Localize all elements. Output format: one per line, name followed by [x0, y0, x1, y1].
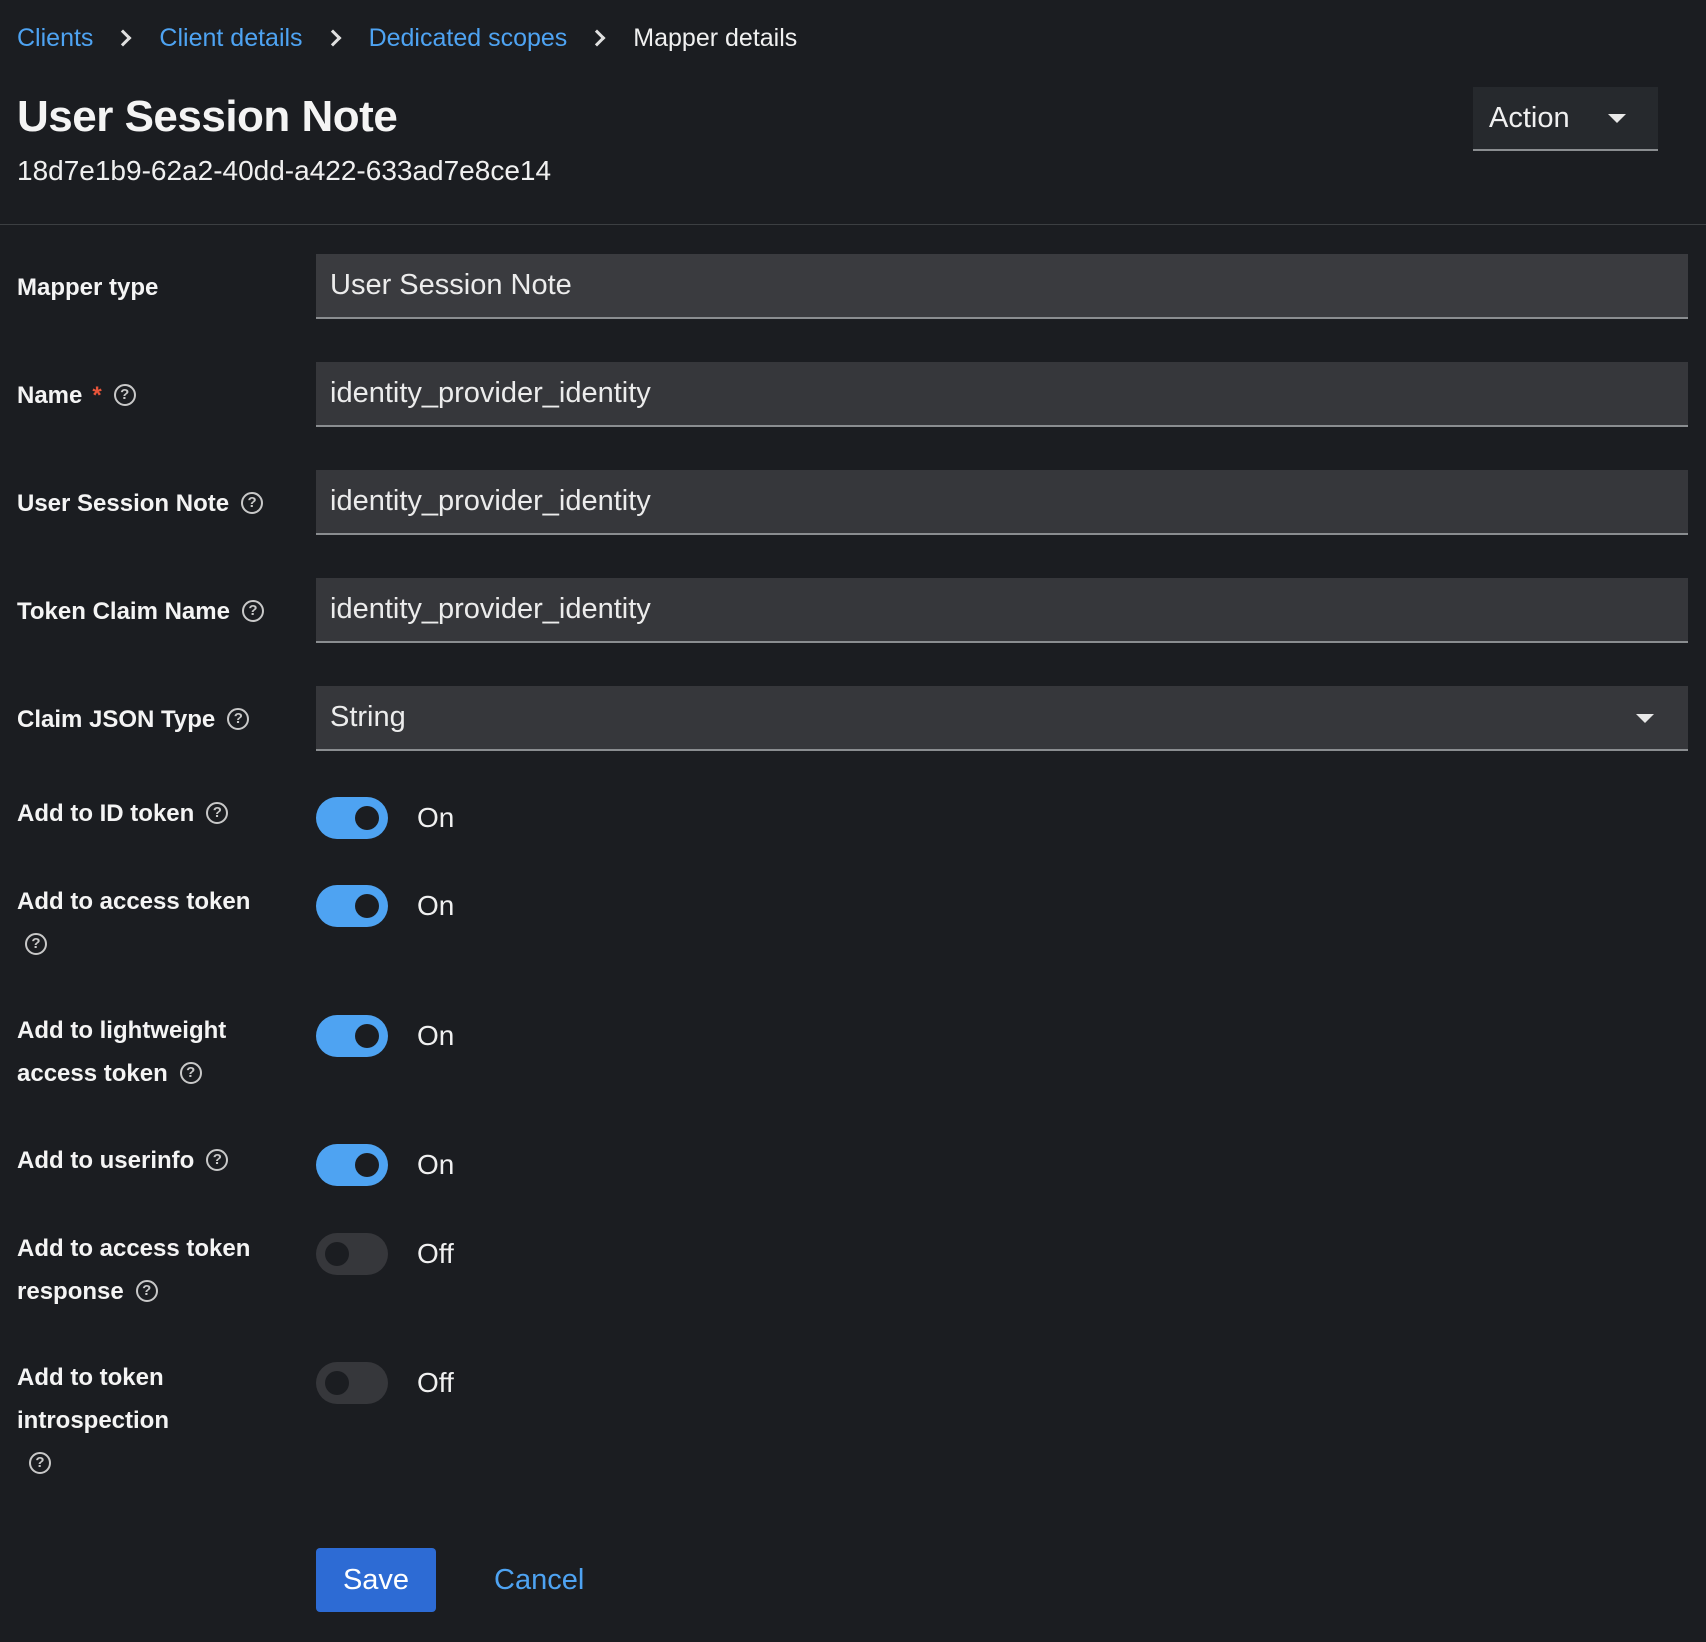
- action-label: Action: [1489, 101, 1570, 134]
- add-to-access-token-response-toggle[interactable]: [316, 1233, 388, 1275]
- add-to-access-token-label: Add to access token?: [17, 880, 287, 966]
- add-to-lightweight-access-token-toggle[interactable]: [316, 1015, 388, 1057]
- add-to-access-token-label-text: Add to access token: [17, 888, 251, 915]
- caret-down-icon: [1636, 714, 1654, 723]
- help-icon[interactable]: ?: [113, 383, 136, 406]
- mapper-type-label-text: Mapper type: [17, 274, 159, 301]
- toggle-knob: [325, 1242, 349, 1266]
- help-icon[interactable]: ?: [25, 932, 47, 955]
- name-label: Name *?: [17, 374, 287, 417]
- token-claim-name-label-text: Token Claim Name: [17, 598, 230, 625]
- cancel-button[interactable]: Cancel: [494, 1548, 584, 1612]
- action-dropdown-button[interactable]: Action: [1473, 87, 1658, 151]
- add-to-id-token-label-text: Add to ID token: [17, 800, 195, 827]
- add-to-access-token-state: On: [417, 890, 455, 921]
- claim-json-type-value: String: [330, 701, 406, 733]
- toggle-knob: [355, 1024, 379, 1048]
- help-icon[interactable]: ?: [227, 707, 250, 730]
- chevron-right-icon: [114, 29, 132, 47]
- required-mark: *: [92, 382, 102, 409]
- toggle-knob: [355, 806, 379, 830]
- user-session-note-value: identity_provider_identity: [330, 485, 651, 517]
- user-session-note-input[interactable]: identity_provider_identity: [316, 470, 1688, 535]
- add-to-userinfo-label: Add to userinfo?: [17, 1139, 287, 1182]
- help-icon[interactable]: ?: [206, 801, 229, 824]
- claim-json-type-label: Claim JSON Type?: [17, 698, 287, 741]
- help-icon[interactable]: ?: [241, 599, 264, 622]
- caret-down-icon: [1608, 114, 1626, 123]
- help-icon[interactable]: ?: [241, 491, 264, 514]
- breadcrumb: Clients Client details Dedicated scopes …: [17, 18, 797, 58]
- add-to-userinfo-state: On: [417, 1149, 455, 1180]
- add-to-lightweight-access-token-label: Add to lightweight access token?: [17, 1009, 257, 1095]
- add-to-token-introspection-label: Add to token introspection?: [17, 1356, 197, 1485]
- mapper-type-value: User Session Note: [330, 269, 572, 301]
- breadcrumb-clients[interactable]: Clients: [17, 24, 93, 53]
- add-to-userinfo-label-text: Add to userinfo: [17, 1147, 195, 1174]
- claim-json-type-select[interactable]: String: [316, 686, 1688, 751]
- mapper-id: 18d7e1b9-62a2-40dd-a422-633ad7e8ce14: [17, 155, 552, 186]
- name-value: identity_provider_identity: [330, 377, 651, 409]
- claim-json-type-label-text: Claim JSON Type: [17, 706, 216, 733]
- toggle-knob: [355, 1153, 379, 1177]
- add-to-id-token-toggle[interactable]: [316, 797, 388, 839]
- add-to-access-token-response-label: Add to access token response?: [17, 1227, 272, 1313]
- toggle-knob: [325, 1371, 349, 1395]
- breadcrumb-client-details[interactable]: Client details: [159, 24, 302, 53]
- token-claim-name-value: identity_provider_identity: [330, 593, 651, 625]
- chevron-right-icon: [324, 29, 342, 47]
- user-session-note-label-text: User Session Note: [17, 490, 230, 517]
- name-label-text: Name: [17, 382, 83, 409]
- help-icon[interactable]: ?: [206, 1148, 229, 1171]
- name-input[interactable]: identity_provider_identity: [316, 362, 1688, 427]
- add-to-lightweight-access-token-state: On: [417, 1020, 455, 1051]
- help-icon[interactable]: ?: [179, 1061, 202, 1084]
- toggle-knob: [355, 894, 379, 918]
- save-button[interactable]: Save: [316, 1548, 436, 1612]
- help-icon[interactable]: ?: [135, 1279, 158, 1302]
- add-to-token-introspection-label-text: Add to token introspection: [17, 1364, 170, 1434]
- mapper-type-field: User Session Note: [316, 254, 1688, 319]
- token-claim-name-label: Token Claim Name?: [17, 590, 287, 633]
- add-to-access-token-toggle[interactable]: [316, 885, 388, 927]
- add-to-token-introspection-toggle[interactable]: [316, 1362, 388, 1404]
- user-session-note-label: User Session Note?: [17, 482, 287, 525]
- add-to-id-token-state: On: [417, 802, 455, 833]
- mapper-type-label: Mapper type: [17, 266, 287, 309]
- add-to-access-token-response-label-text: Add to access token response: [17, 1235, 251, 1305]
- add-to-token-introspection-state: Off: [417, 1367, 454, 1398]
- add-to-userinfo-toggle[interactable]: [316, 1144, 388, 1186]
- breadcrumb-dedicated-scopes[interactable]: Dedicated scopes: [369, 24, 568, 53]
- chevron-right-icon: [588, 29, 606, 47]
- add-to-access-token-response-state: Off: [417, 1238, 454, 1269]
- add-to-id-token-label: Add to ID token?: [17, 792, 287, 835]
- breadcrumb-current: Mapper details: [633, 23, 798, 52]
- help-icon[interactable]: ?: [29, 1451, 51, 1474]
- page-title: User Session Note: [17, 92, 398, 141]
- header-divider: [0, 224, 1706, 225]
- token-claim-name-input[interactable]: identity_provider_identity: [316, 578, 1688, 643]
